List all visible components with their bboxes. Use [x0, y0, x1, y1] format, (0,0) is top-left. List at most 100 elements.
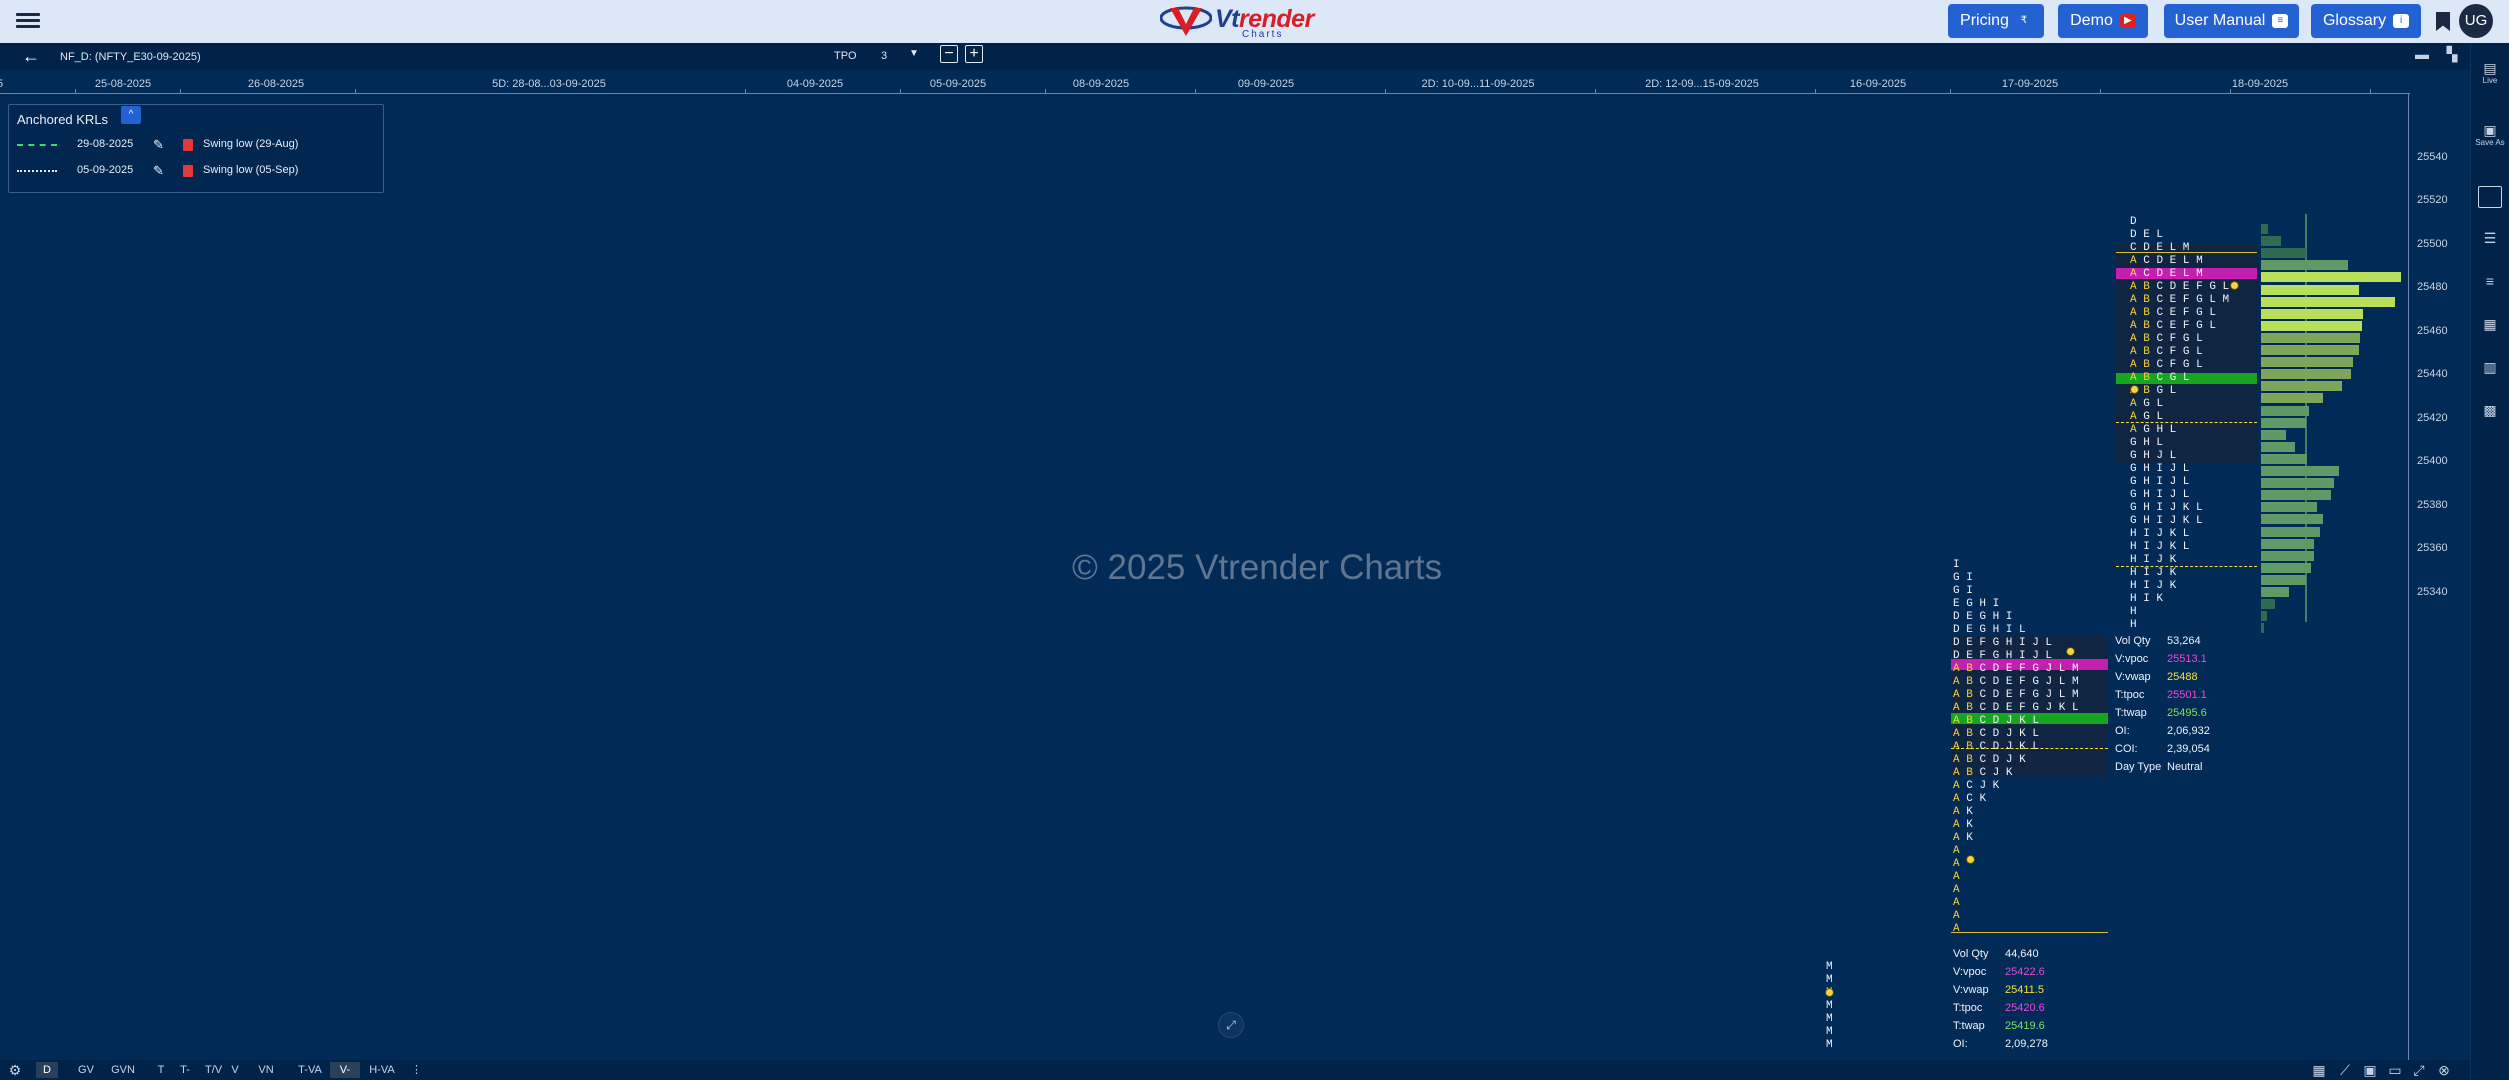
- price-axis: 25540 25520 25500 25480 25460 25440 25420 25400…: [2408, 94, 2470, 1060]
- volume-bar: [2261, 611, 2267, 622]
- profile-17-stat-value: 2,39,054: [2167, 743, 2210, 755]
- zoom-out-button[interactable]: −: [940, 45, 958, 63]
- tab-t-v[interactable]: T/V: [202, 1062, 224, 1078]
- user-avatar[interactable]: UG: [2459, 4, 2493, 38]
- price-label: 25500: [2417, 237, 2448, 250]
- volume-bar: [2261, 550, 2315, 561]
- profile_18-tpo-row: H I K: [2130, 593, 2164, 605]
- hamburger-menu-icon[interactable]: [16, 10, 40, 32]
- nav-label: Pricing: [1960, 12, 2009, 29]
- tab-gvn[interactable]: GVN: [106, 1062, 140, 1078]
- tab-h-va[interactable]: H-VA: [366, 1062, 398, 1078]
- date-label: 25-08-2025: [94, 78, 152, 90]
- range-low-line: [1951, 932, 2108, 933]
- price-label: 25520: [2417, 194, 2448, 206]
- profile_17-tpo-row: D E F G H I J L: [1953, 637, 2053, 649]
- profile-17-stat-key: T:tpoc: [2115, 689, 2145, 701]
- fit-screen-icon[interactable]: ⤢: [1218, 1012, 1244, 1038]
- tab-d[interactable]: D: [36, 1062, 58, 1078]
- volume-bar: [2261, 490, 2331, 501]
- date-tick: [1815, 89, 1816, 94]
- tab-vn[interactable]: VN: [254, 1062, 278, 1078]
- date-label: 5: [0, 78, 3, 90]
- profile-17-stat-value: 25488: [2167, 671, 2198, 683]
- save-as-icon[interactable]: ▚: [2441, 46, 2463, 62]
- nav-pricing-button[interactable]: Pricing ₹: [1948, 4, 2044, 38]
- profile_17-tpo-row: I: [1953, 559, 1960, 571]
- krl-item: 05-09-2025 ✎ Swing low (05-Sep): [17, 163, 377, 179]
- profile_18-tpo-row: A B C E F G L: [2130, 320, 2216, 332]
- profile-17-stat-key: OI:: [2115, 725, 2130, 737]
- settings-gear-icon[interactable]: ⚙: [6, 1061, 24, 1079]
- volume-bar: [2261, 260, 2348, 271]
- tab-gv[interactable]: GV: [74, 1062, 98, 1078]
- profile_18-tpo-row: A B C F G L: [2130, 333, 2203, 345]
- collapse-toggle-icon[interactable]: ^: [121, 106, 141, 124]
- date-tick: [2370, 89, 2371, 94]
- compare-icon[interactable]: ▣: [2361, 1061, 2379, 1079]
- profile-16-stat-value: 44,640: [2005, 948, 2039, 960]
- profile-17-stat-key: Day Type: [2115, 761, 2162, 773]
- layout-list-icon[interactable]: ☰: [2475, 230, 2505, 246]
- volume-bar: [2261, 345, 2359, 355]
- nav-glossary-button[interactable]: Glossary i: [2311, 4, 2421, 38]
- profile_18-tpo-row: A C D E L M: [2130, 268, 2203, 280]
- brand-logo[interactable]: Vtrender Charts: [1160, 2, 1314, 42]
- live-button[interactable]: ▤ Live: [2475, 60, 2505, 86]
- profile-17-stat-value: Neutral: [2167, 761, 2203, 773]
- price-label: 25440: [2417, 368, 2448, 380]
- date-tick: [2230, 89, 2231, 94]
- nav-demo-button[interactable]: Demo ▶: [2058, 4, 2148, 38]
- panel-icon[interactable]: ▭: [2386, 1061, 2404, 1079]
- save-as-side-icon: ▣: [2483, 122, 2497, 138]
- tab-t-va[interactable]: T-VA: [295, 1062, 325, 1078]
- zoom-in-button[interactable]: +: [965, 45, 983, 63]
- profile-16-tpo-row: M: [1826, 1000, 1833, 1012]
- layout-tiles-icon[interactable]: ▩: [2475, 402, 2505, 418]
- line-chart-icon[interactable]: ⟋: [2336, 1061, 2354, 1079]
- back-arrow-icon[interactable]: ←: [22, 47, 40, 65]
- profile_18-tpo-row: G H I J L: [2130, 463, 2190, 475]
- profile-17-stat-value: 25513.1: [2167, 653, 2207, 665]
- save-icon[interactable]: ▬: [2411, 46, 2433, 62]
- profile_17-tpo-row: A C K: [1953, 793, 1987, 805]
- brand-subtitle: Charts: [1242, 29, 1284, 40]
- profile-16-stat-key: T:twap: [1953, 1020, 1985, 1032]
- edit-pencil-icon[interactable]: ✎: [153, 163, 164, 179]
- volume-bar: [2261, 332, 2361, 343]
- layout-rows-icon[interactable]: ≡: [2475, 273, 2505, 289]
- grid-view-icon[interactable]: ▦: [2310, 1061, 2328, 1079]
- layout-grid-icon[interactable]: ▦: [2475, 316, 2505, 332]
- delete-trash-icon[interactable]: [183, 139, 193, 151]
- profile-17-stat-key: T:twap: [2115, 707, 2147, 719]
- volume-bar: [2261, 417, 2306, 428]
- tpo-size-select[interactable]: 3: [881, 50, 887, 62]
- save-as-button[interactable]: ▣ Save As: [2475, 122, 2505, 148]
- chevron-down-icon[interactable]: ▼: [909, 48, 919, 59]
- watermark: © 2025 Vtrender Charts: [1072, 548, 1443, 587]
- nav-user-manual-button[interactable]: User Manual ≡: [2164, 4, 2299, 38]
- profile_18-tpo-row: G H L: [2130, 437, 2164, 449]
- delete-trash-icon[interactable]: [183, 165, 193, 177]
- edit-pencil-icon[interactable]: ✎: [153, 137, 164, 153]
- layout-columns-icon[interactable]: ▥: [2475, 359, 2505, 375]
- layout-single-icon[interactable]: [2478, 186, 2502, 208]
- open-dot: [2130, 385, 2139, 394]
- profile-16-stat-key: OI:: [1953, 1038, 1968, 1050]
- expand-icon[interactable]: ⤢: [2410, 1061, 2428, 1079]
- volume-bar: [2261, 405, 2309, 416]
- close-icon[interactable]: ⊗: [2435, 1061, 2453, 1079]
- profile_17-tpo-row: D E F G H I J L: [1953, 650, 2053, 662]
- tab-v[interactable]: V: [228, 1062, 242, 1078]
- volume-bar: [2261, 381, 2343, 392]
- tab-t-v[interactable]: T-V: [174, 1062, 196, 1078]
- profile-17-stat-key: Vol Qty: [2115, 635, 2151, 647]
- profile-16-tpo-row: M: [1826, 1026, 1833, 1038]
- profile_18-tpo-row: H I J K: [2130, 554, 2177, 566]
- tab-t[interactable]: T: [154, 1062, 168, 1078]
- profile_17-tpo-row: A B C D E F G J K L: [1953, 702, 2079, 714]
- volume-bar: [2261, 587, 2289, 597]
- profile_17-tpo-row: A: [1953, 897, 1960, 909]
- tab-v-va[interactable]: V-VA: [330, 1062, 360, 1078]
- more-options-icon[interactable]: ⋮: [408, 1062, 422, 1078]
